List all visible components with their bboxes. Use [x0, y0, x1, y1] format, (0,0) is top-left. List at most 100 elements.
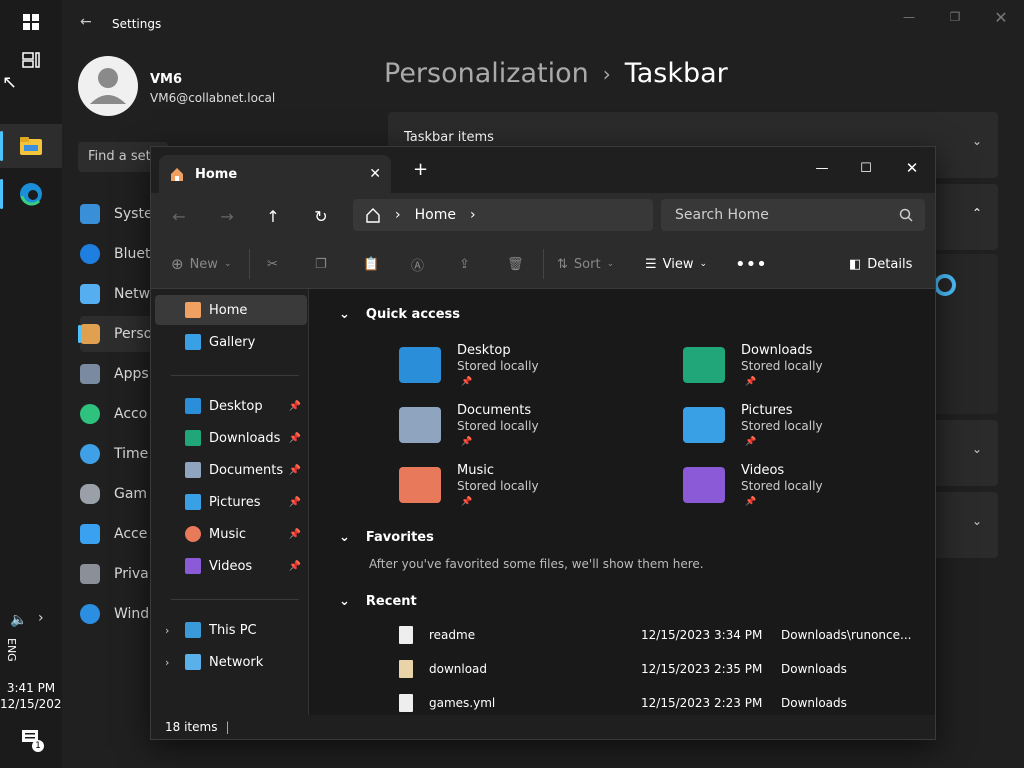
pin-icon[interactable]: 📌	[289, 561, 301, 572]
file-icon	[399, 626, 413, 644]
computer-icon	[185, 622, 201, 638]
chevron-right-icon[interactable]: ›	[165, 624, 169, 637]
pin-icon[interactable]: 📌	[289, 529, 301, 540]
qa-sub: Stored locally	[741, 479, 823, 493]
recent-header[interactable]: ⌄ Recent	[339, 594, 417, 609]
maximize-button[interactable]: ❐	[932, 6, 978, 28]
breadcrumb-separator: ›	[602, 61, 611, 86]
details-button[interactable]: ◧ Details	[849, 251, 912, 277]
nav-network[interactable]: › Network	[155, 647, 307, 677]
nav-pictures[interactable]: Pictures 📌	[155, 487, 307, 517]
nav-videos[interactable]: Videos 📌	[155, 551, 307, 581]
up-button[interactable]: ↑	[259, 203, 287, 229]
chevron-down-icon: ⌄	[699, 259, 708, 269]
language-indicator[interactable]: ENG	[5, 638, 18, 662]
breadcrumb-parent[interactable]: Personalization	[384, 58, 589, 89]
nav-documents[interactable]: Documents 📌	[155, 455, 307, 485]
nav-home[interactable]: Home	[155, 295, 307, 325]
new-tab-button[interactable]: +	[413, 159, 428, 180]
rename-button[interactable]: Ⓐ	[411, 251, 424, 277]
pin-icon[interactable]: 📌	[289, 497, 301, 508]
share-button[interactable]: ⇪	[459, 251, 470, 277]
edge-taskbar-button[interactable]	[0, 172, 62, 216]
maximize-button[interactable]: ☐	[843, 153, 889, 183]
download-icon	[185, 430, 201, 446]
account-icon	[80, 404, 100, 424]
chevron-down-icon: ⌄	[339, 307, 350, 322]
quick-access-pictures[interactable]: Pictures Stored locally 📌	[683, 403, 943, 459]
back-button[interactable]: ←	[165, 203, 193, 229]
delete-button[interactable]: 🗑	[507, 251, 524, 277]
recent-row[interactable]: readme 12/15/2023 3:34 PM Downloads\runonc…	[399, 622, 919, 648]
recent-row[interactable]: download 12/15/2023 2:35 PM Downloads	[399, 656, 919, 682]
copy-button[interactable]: ❐	[315, 251, 327, 277]
nav-music[interactable]: Music 📌	[155, 519, 307, 549]
pin-icon: 📌	[745, 437, 757, 447]
user-name: VM6	[150, 72, 183, 87]
cut-button[interactable]: ✂	[267, 251, 278, 277]
more-options-button[interactable]: •••	[735, 251, 767, 277]
item-count: 18 items	[165, 720, 218, 734]
volume-muted-icon[interactable]: 🔈	[10, 612, 27, 628]
address-bar[interactable]: › Home ›	[353, 199, 653, 231]
nav-label: Desktop	[209, 398, 263, 414]
quick-access-videos[interactable]: Videos Stored locally 📌	[683, 463, 943, 519]
home-icon	[171, 168, 183, 181]
paste-button[interactable]: 📋	[363, 251, 379, 277]
favorites-header[interactable]: ⌄ Favorites	[339, 530, 434, 545]
minimize-button[interactable]: —	[886, 6, 932, 28]
recent-row[interactable]: games.yml 12/15/2023 2:23 PM Downloads	[399, 690, 919, 716]
close-button[interactable]: ✕	[978, 6, 1024, 28]
tab-title: Home	[195, 166, 238, 182]
toggle-switch[interactable]	[934, 274, 956, 296]
nav-label: Videos	[209, 558, 253, 574]
chevron-down-icon: ⌄	[971, 442, 982, 456]
command-bar: ⊕ New ⌄ ✂ ❐ 📋 Ⓐ ⇪ 🗑 ⇅ Sort ⌄ ☰ View ⌄ ••• ◧ Det…	[151, 239, 935, 289]
minimize-button[interactable]: —	[799, 153, 845, 183]
close-button[interactable]: ✕	[889, 153, 935, 183]
apps-icon	[80, 364, 100, 384]
nav-label: Wind	[114, 606, 150, 622]
nav-label: Netw	[114, 286, 151, 302]
new-button[interactable]: ⊕ New ⌄	[171, 251, 231, 277]
nav-label: Pictures	[209, 494, 261, 510]
quick-access-downloads[interactable]: Downloads Stored locally 📌	[683, 343, 943, 399]
chevron-right-icon[interactable]: ›	[470, 207, 476, 223]
new-label: New	[189, 256, 218, 272]
chevron-right-icon[interactable]: ›	[165, 656, 169, 669]
nav-desktop[interactable]: Desktop 📌	[155, 391, 307, 421]
pin-icon: 📌	[461, 377, 473, 387]
back-arrow-icon[interactable]: ←	[80, 14, 92, 30]
desktop-folder-icon	[399, 347, 441, 383]
nav-label: Gam	[114, 486, 148, 502]
pin-icon[interactable]: 📌	[289, 465, 301, 476]
refresh-button[interactable]: ↻	[307, 203, 335, 229]
documents-folder-icon	[399, 407, 441, 443]
chevron-down-icon: ⌄	[339, 594, 350, 609]
close-tab-icon[interactable]: ✕	[369, 166, 381, 182]
view-button[interactable]: ☰ View ⌄	[645, 251, 707, 277]
clock[interactable]: 3:41 PM 12/15/2023	[0, 680, 69, 712]
quick-access-music[interactable]: Music Stored locally 📌	[399, 463, 659, 519]
file-explorer-taskbar-button[interactable]	[0, 124, 62, 168]
address-segment[interactable]: Home	[415, 207, 456, 223]
chevron-right-icon[interactable]: ›	[38, 610, 44, 626]
notification-button[interactable]: 1	[22, 730, 44, 752]
shield-icon	[80, 564, 100, 584]
taskbar: ↖ 🔈 › ENG 3:41 PM 12/15/2023 1	[0, 0, 69, 768]
nav-downloads[interactable]: Downloads 📌	[155, 423, 307, 453]
quick-access-header[interactable]: ⌄ Quick access	[339, 307, 460, 322]
nav-gallery[interactable]: Gallery	[155, 327, 307, 357]
pin-icon[interactable]: 📌	[289, 401, 301, 412]
search-input[interactable]: Search Home	[661, 199, 925, 231]
divider	[249, 249, 250, 279]
nav-label: Music	[209, 526, 246, 542]
sort-button[interactable]: ⇅ Sort ⌄	[557, 251, 614, 277]
nav-this-pc[interactable]: › This PC	[155, 615, 307, 645]
tab-home[interactable]: Home ✕	[159, 155, 391, 193]
quick-access-documents[interactable]: Documents Stored locally 📌	[399, 403, 659, 459]
qa-name: Music	[457, 463, 494, 478]
forward-button[interactable]: →	[213, 203, 241, 229]
quick-access-desktop[interactable]: Desktop Stored locally 📌	[399, 343, 659, 399]
pin-icon[interactable]: 📌	[289, 433, 301, 444]
